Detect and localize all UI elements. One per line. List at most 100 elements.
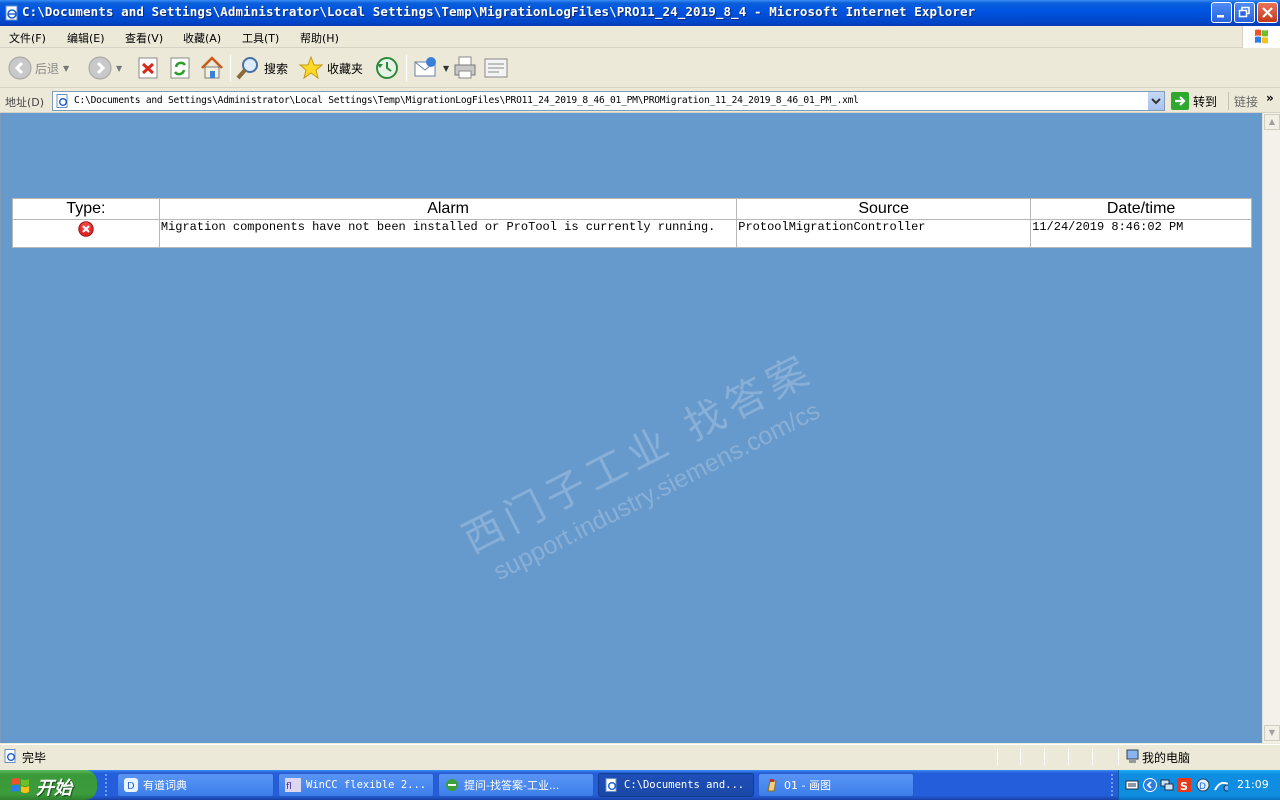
search-button[interactable]: 搜索 [235, 54, 288, 82]
print-icon [454, 56, 476, 79]
stop-button[interactable] [137, 54, 159, 82]
links-button[interactable]: 链接 [1234, 93, 1258, 110]
restore-icon [1238, 6, 1250, 18]
alarm-cell: Migration components have not been insta… [158, 219, 738, 248]
wincc-icon: fl [285, 778, 301, 792]
network-icon[interactable] [1160, 778, 1174, 792]
header-alarm: Alarm [158, 198, 738, 220]
menu-view[interactable]: 查看(V) [125, 30, 163, 46]
history-icon [376, 57, 398, 79]
error-icon [78, 221, 94, 237]
search-label: 搜索 [264, 61, 289, 76]
page-icon [56, 94, 68, 108]
address-input[interactable]: C:\Documents and Settings\Administrator\… [52, 91, 1165, 111]
ie-page-icon [605, 778, 617, 792]
links-more-icon[interactable]: » [1266, 91, 1274, 105]
title-bar[interactable]: C:\Documents and Settings\Administrator\… [0, 0, 1280, 26]
close-button[interactable] [1257, 2, 1278, 23]
header-datetime: Date/time [1030, 198, 1252, 220]
taskbar-item-ie-log[interactable]: C:\Documents and... [598, 773, 754, 797]
tray-expand-icon[interactable] [1143, 778, 1157, 792]
ie-page-icon [5, 5, 18, 21]
forward-icon [88, 56, 112, 80]
back-icon [8, 56, 32, 80]
table-row: Migration components have not been insta… [12, 219, 1252, 248]
menu-file[interactable]: 文件(F) [9, 30, 46, 46]
watermark: 西门子工业 找答案 support.industry.siemens.com/c… [451, 322, 866, 592]
address-label: 地址(D) [5, 96, 45, 109]
qq-icon[interactable]: D [1196, 778, 1210, 792]
go-label: 转到 [1193, 94, 1218, 109]
keyboard-icon[interactable] [1125, 778, 1139, 792]
address-dropdown-button[interactable] [1147, 92, 1164, 110]
system-tray: S D 21:09 [1118, 770, 1280, 800]
go-button[interactable]: 转到 [1171, 92, 1217, 110]
ie-icon [446, 779, 458, 791]
page-content: Type: Alarm Source Date/time Migration c… [0, 113, 1262, 743]
windows-flag-icon [12, 778, 29, 793]
menu-help[interactable]: 帮助(H) [300, 30, 339, 46]
favorites-button[interactable]: 收藏夹 [298, 54, 363, 82]
task-label: WinCC flexible 2... [306, 779, 427, 791]
datetime-cell: 11/24/2019 8:46:02 PM [1030, 219, 1252, 248]
history-button[interactable] [374, 54, 400, 82]
scroll-down-icon[interactable]: ▼ [1264, 725, 1280, 741]
watermark-line2: support.industry.siemens.com/cs [488, 396, 825, 586]
vertical-scrollbar[interactable]: ▲ ▼ [1262, 113, 1280, 743]
start-button[interactable]: 开始 [0, 770, 97, 800]
address-bar: 地址(D) C:\Documents and Settings\Administ… [0, 89, 1280, 113]
task-label: 01 - 画图 [784, 779, 831, 792]
mail-button[interactable]: ▼ [413, 54, 449, 82]
favorites-icon [298, 55, 324, 80]
forward-dropdown-icon[interactable]: ▼ [116, 64, 122, 73]
watermark-line1: 西门子工业 找答案 [455, 346, 821, 563]
usb-device-icon[interactable] [1214, 778, 1228, 792]
search-icon [236, 57, 258, 80]
status-bar: 完毕 我的电脑 [0, 744, 1280, 768]
taskbar-item-wincc[interactable]: fl WinCC flexible 2... [278, 773, 434, 797]
stop-icon [138, 57, 158, 79]
favorites-label: 收藏夹 [327, 61, 364, 76]
menu-bar: 文件(F) 编辑(E) 查看(V) 收藏(A) 工具(T) 帮助(H) [0, 26, 1280, 48]
print-button[interactable] [452, 54, 478, 82]
menu-edit[interactable]: 编辑(E) [67, 30, 105, 46]
window-title: C:\Documents and Settings\Administrator\… [22, 4, 976, 19]
menu-favorites[interactable]: 收藏(A) [183, 30, 221, 46]
task-label: 提问-找答案-工业... [464, 779, 560, 792]
security-zone: 我的电脑 [1142, 751, 1191, 765]
restore-button[interactable] [1234, 2, 1255, 23]
svg-text:D: D [1199, 782, 1206, 792]
windows-logo-icon [1242, 26, 1280, 48]
close-icon [1262, 7, 1273, 18]
scroll-up-icon[interactable]: ▲ [1264, 114, 1280, 130]
edit-icon [484, 58, 508, 78]
header-source: Source [736, 198, 1032, 220]
address-url: C:\Documents and Settings\Administrator\… [74, 95, 859, 106]
status-text: 完毕 [22, 751, 47, 765]
back-dropdown-icon[interactable]: ▼ [63, 64, 69, 73]
task-label: C:\Documents and... [624, 779, 745, 791]
computer-icon [1126, 749, 1139, 763]
chevron-down-icon [1151, 98, 1161, 105]
refresh-button[interactable] [169, 54, 191, 82]
page-done-icon [4, 749, 16, 763]
menu-tools[interactable]: 工具(T) [242, 30, 279, 46]
ie-window: C:\Documents and Settings\Administrator\… [0, 0, 1280, 770]
svg-text:D: D [127, 781, 135, 792]
edit-button[interactable] [483, 54, 511, 82]
forward-button[interactable]: ▼ [88, 54, 122, 82]
taskbar-item-paint[interactable]: 01 - 画图 [758, 773, 914, 797]
home-button[interactable] [199, 54, 225, 82]
start-label: 开始 [36, 778, 72, 799]
taskbar-item-siemens-forum[interactable]: 提问-找答案-工业... [438, 773, 594, 797]
youdao-icon: D [124, 778, 138, 792]
sogou-icon[interactable]: S [1177, 778, 1191, 792]
minimize-button[interactable] [1211, 2, 1232, 23]
back-button[interactable]: 后退 ▼ [8, 54, 69, 82]
svg-text:S: S [1180, 780, 1188, 792]
type-cell [12, 219, 160, 248]
mail-icon [414, 57, 436, 77]
clock[interactable]: 21:09 [1237, 778, 1269, 791]
taskbar-item-youdao[interactable]: D 有道词典 [117, 773, 274, 797]
mail-dropdown-icon[interactable]: ▼ [443, 64, 449, 73]
